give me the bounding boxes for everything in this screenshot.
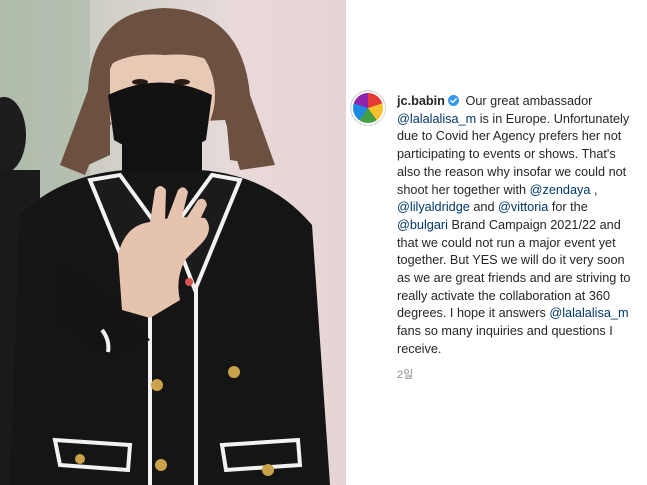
mention-link[interactable]: @lalalalisa_m bbox=[549, 306, 628, 320]
caption-text: Our great ambassador bbox=[461, 94, 593, 108]
mention-link[interactable]: @zendaya bbox=[530, 183, 591, 197]
mention-link[interactable]: @vittoria bbox=[498, 200, 548, 214]
profile-avatar[interactable] bbox=[350, 90, 386, 126]
instagram-post: jc.babin Our great ambassador @lalalalis… bbox=[0, 0, 647, 485]
caption-panel: jc.babin Our great ambassador @lalalalis… bbox=[346, 0, 647, 485]
caption-text: and bbox=[469, 200, 499, 215]
post-timestamp[interactable]: 2일 bbox=[397, 366, 413, 382]
verified-badge-icon bbox=[447, 95, 459, 106]
caption-text: for the bbox=[548, 200, 588, 215]
mention-link[interactable]: @bulgari bbox=[397, 218, 448, 232]
post-photo[interactable] bbox=[0, 0, 346, 485]
post-caption: jc.babin Our great ambassador @lalalalis… bbox=[397, 93, 641, 359]
caption-text: , bbox=[590, 182, 598, 197]
photo-illustration bbox=[0, 0, 346, 485]
mention-link[interactable]: @lalalalisa_m bbox=[397, 112, 476, 126]
username-link[interactable]: jc.babin bbox=[397, 94, 445, 108]
caption-text: fans so many inquiries and questions I r… bbox=[397, 324, 613, 356]
mention-link[interactable]: @lilyaldridge bbox=[397, 200, 470, 214]
